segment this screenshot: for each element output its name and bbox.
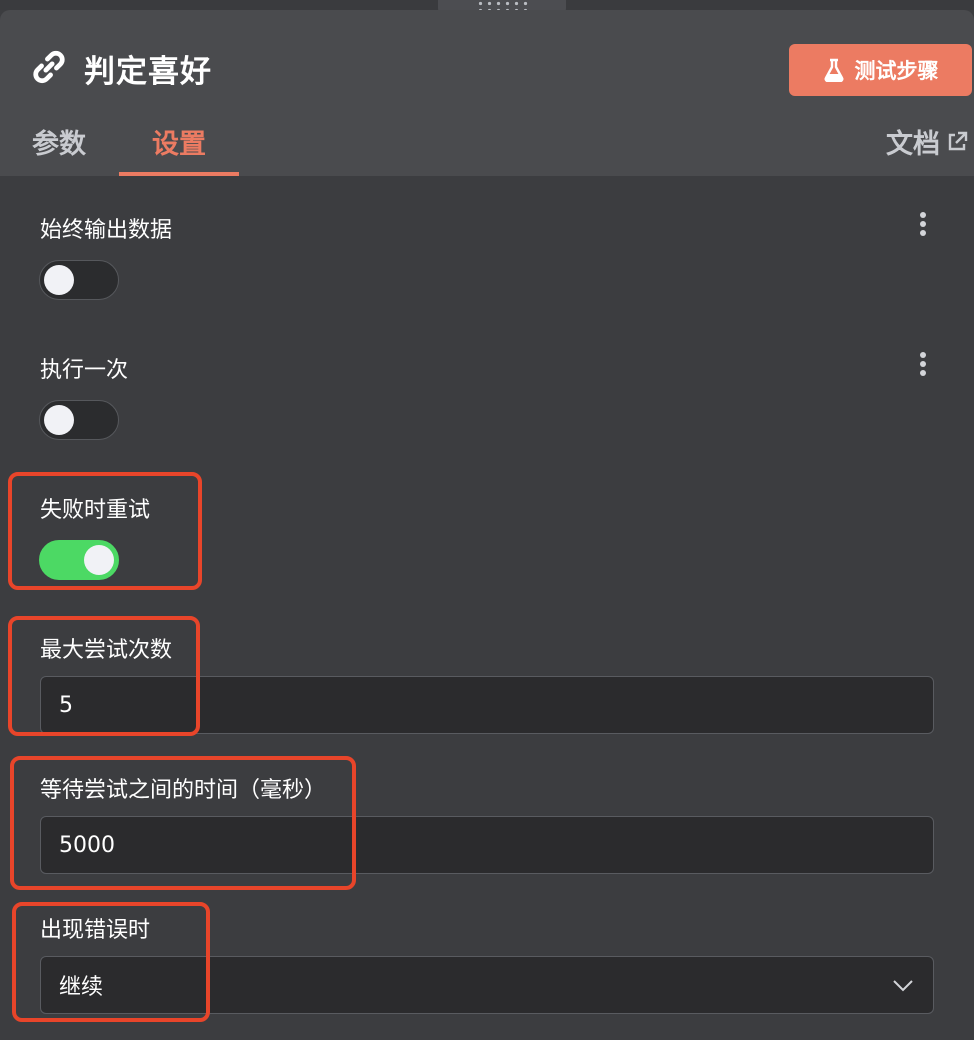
toggle-knob [84, 545, 114, 575]
execute-once-toggle[interactable] [39, 400, 119, 440]
tab-docs-label: 文档 [886, 129, 940, 160]
toggle-knob [44, 265, 74, 295]
max-tries-label: 最大尝试次数 [40, 638, 173, 663]
wait-between-input[interactable]: 5000 [40, 816, 934, 874]
toggle-knob [44, 405, 74, 435]
page-title: 判定喜好 [84, 54, 212, 90]
on-error-label: 出现错误时 [40, 918, 151, 943]
panel-header: 判定喜好 测试步骤 参数 设置 文档 [0, 10, 974, 176]
on-error-value: 继续 [59, 975, 104, 1000]
external-link-icon [948, 131, 968, 150]
wait-between-value: 5000 [59, 832, 115, 858]
settings-panel: 始终输出数据 执行一次 失败时重试 最大尝试次数 5 等待尝试之间的时间（毫秒）… [0, 176, 974, 1040]
tab-docs[interactable]: 文档 [886, 122, 968, 161]
wait-between-label: 等待尝试之间的时间（毫秒） [40, 778, 327, 803]
retry-on-fail-toggle[interactable] [39, 540, 119, 580]
chevron-down-icon [893, 980, 913, 992]
more-options-icon[interactable] [917, 350, 929, 378]
test-step-label: 测试步骤 [854, 59, 939, 83]
on-error-select[interactable]: 继续 [40, 956, 934, 1014]
execute-once-label: 执行一次 [40, 358, 129, 383]
link-icon [30, 48, 68, 86]
tab-params[interactable]: 参数 [32, 122, 86, 176]
tab-settings[interactable]: 设置 [119, 122, 239, 176]
max-tries-input[interactable]: 5 [40, 676, 934, 734]
always-output-label: 始终输出数据 [40, 218, 173, 243]
always-output-toggle[interactable] [39, 260, 119, 300]
more-options-icon[interactable] [917, 210, 929, 238]
flask-icon [824, 58, 843, 82]
max-tries-value: 5 [59, 692, 73, 718]
retry-on-fail-label: 失败时重试 [40, 498, 151, 523]
test-step-button[interactable]: 测试步骤 [789, 44, 972, 96]
